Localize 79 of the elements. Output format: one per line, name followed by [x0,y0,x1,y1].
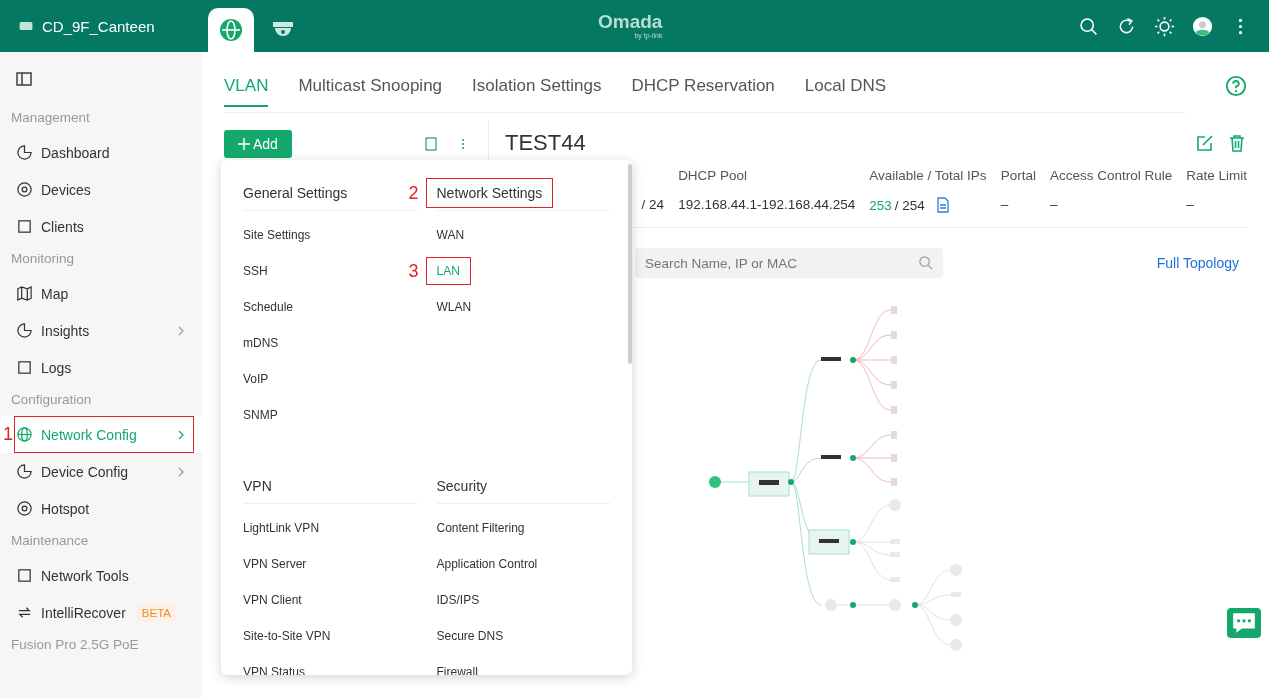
menu-item[interactable]: Secure DNS [436,629,504,643]
sidebar-item[interactable]: Device Config [0,453,202,490]
scrollbar[interactable] [628,164,632,364]
table-cell-text: – [1049,197,1059,212]
sidebar-item[interactable]: Network Tools [0,557,202,594]
column-header: Rate Limit [1186,168,1247,185]
menu-item[interactable]: Site Settings [243,228,311,242]
annotation-number: 2 [408,182,419,204]
menu-section-title: Network Settings [426,179,553,207]
insights-icon [16,322,33,339]
column-header: DHCP Pool [678,168,748,185]
total-count: / 254 [894,197,925,213]
vlan-title: TEST44 [505,130,586,156]
menu-item[interactable]: Application Control [436,557,538,571]
menu-item[interactable]: VPN Server [243,557,307,571]
tab[interactable]: DHCP Reservation [631,75,775,107]
sidebar-item[interactable]: Insights [0,312,202,349]
full-topology-link[interactable]: Full Topology [1156,255,1239,271]
tab[interactable]: Multicast Snooping [298,75,443,107]
column-header: Available / Total IPs [869,168,987,185]
menu-item[interactable]: mDNS [243,336,279,350]
column-header: Access Control Rule [1049,168,1173,185]
sidebar-item[interactable]: Map [0,275,202,312]
menu-item[interactable]: LightLink VPN [243,521,320,535]
sidebar-item[interactable]: Dashboard [0,134,202,171]
annotation-number: 1 [3,424,13,445]
beta-badge: BETA [135,603,177,622]
sidebar-item[interactable]: Clients [0,208,202,245]
trash-icon[interactable] [1227,133,1247,153]
search-icon[interactable] [1078,15,1099,37]
sidebar-section-title: Monitoring [10,250,76,268]
table-cell: 192.168.44.1-192.168.44.254 [678,197,856,212]
site-name[interactable]: CD_9F_Canteen [42,17,155,35]
menu-item[interactable]: Content Filtering [436,521,525,535]
sidebar-item[interactable]: Devices [0,171,202,208]
sidebar-item[interactable]: IntelliRecover BETA [0,594,202,631]
table-cell-text: – [1186,197,1195,212]
chat-button[interactable] [1227,608,1261,638]
table-cell-text: – [1000,197,1010,212]
sidebar-section-title: Fusion Pro 2.5G PoE [10,636,140,654]
menu-item[interactable]: SSH [243,264,268,278]
sidebar-section-title: Configuration [10,391,93,409]
annotation-number: 3 [408,260,419,282]
menu-section-title: Security [436,478,488,494]
document-icon[interactable] [935,197,950,213]
devices-icon [16,181,33,198]
search-icon[interactable] [918,255,933,270]
hotspot-icon [16,500,33,517]
menu-item[interactable]: WLAN [436,300,472,314]
plus-icon [238,138,250,150]
network-tab[interactable] [208,8,254,52]
sidebar-item[interactable]: Hotspot [0,490,202,527]
menu-item[interactable]: Site-to-Site VPN [243,629,331,643]
sidebar-section-title: Maintenance [10,532,90,550]
network-icon [16,426,33,443]
sidebar-item[interactable]: Logs [0,349,202,386]
column-header: Portal [1000,168,1036,185]
table-cell: / 24 [641,197,665,212]
menu-item[interactable]: SNMP [243,408,278,422]
menu-item[interactable]: IDS/IPS [436,593,480,607]
menu-item[interactable]: WAN [436,228,465,242]
avatar-icon[interactable] [1192,15,1213,37]
sun-icon[interactable] [1154,15,1175,37]
sidebar-section-title: Management [10,109,91,127]
tab[interactable]: Isolation Settings [472,75,602,107]
menu-item[interactable]: VPN Client [243,593,302,607]
search-field[interactable]: Search Name, IP or MAC [635,248,943,278]
device-icon [18,20,34,32]
available-count: 253 [869,197,892,213]
menu-section-title: VPN [243,478,272,494]
map-icon [16,285,33,302]
tab[interactable]: Local DNS [804,75,887,107]
menu-section-title: General Settings [243,185,348,201]
menu-item[interactable]: Schedule [243,300,294,314]
sidebar-toggle-icon[interactable] [15,70,33,88]
sidebar-item[interactable]: 1 Network Config [0,416,202,453]
globe-icon [219,18,243,42]
menu-item[interactable]: VoIP [243,372,269,386]
edit-icon[interactable] [1195,133,1215,153]
